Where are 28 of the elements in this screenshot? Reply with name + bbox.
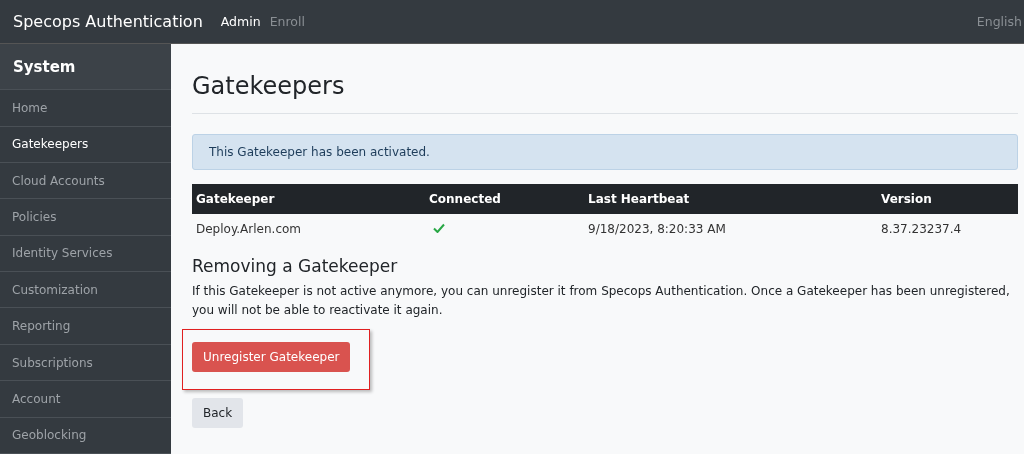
sidebar-item[interactable]: Account [0,381,171,418]
sidebar-item[interactable]: Identity Services [0,235,171,273]
column-header: Gatekeeper [192,184,425,214]
brand-name[interactable]: Specops Authentication [13,12,203,31]
sidebar-item[interactable]: Geoblocking [0,417,171,454]
nav-link[interactable]: Admin [220,14,261,29]
nav-link[interactable]: Enroll [269,14,305,29]
table-cell: 8.37.23237.4 [881,222,962,236]
sidebar-item[interactable]: Gatekeepers [0,126,171,163]
sidebar-item[interactable]: Home [0,90,171,127]
section-text: If this Gatekeeper is not active anymore, you can unregister it from Specops Authentication. Once a Gatekeeper has been unregistered, you will not be able to reactivate it again. [192,283,1011,319]
sidebar-item[interactable]: Reporting [0,308,171,345]
sidebar-title: System [0,44,171,91]
column-header: Connected [425,184,584,214]
table-cell: Deploy.Arlen.com [196,222,302,236]
page-title: Gatekeepers [192,72,345,100]
table-cell: 9/18/2023, 8:20:33 AM [588,222,726,236]
column-header: Last Heartbeat [584,184,877,214]
unregister-button[interactable]: Unregister Gatekeeper [192,342,351,372]
info-alert: This Gatekeeper has been activated. [192,134,1018,170]
sidebar-item[interactable]: Subscriptions [0,344,171,382]
column-header: Version [877,184,1018,214]
sidebar-item[interactable]: Customization [0,272,171,309]
sidebar-item[interactable]: Cloud Accounts [0,162,171,200]
back-button[interactable]: Back [192,398,244,428]
language-link[interactable]: English [976,14,1022,29]
section-title: Removing a Gatekeeper [192,256,398,276]
sidebar-item[interactable]: Policies [0,199,171,236]
